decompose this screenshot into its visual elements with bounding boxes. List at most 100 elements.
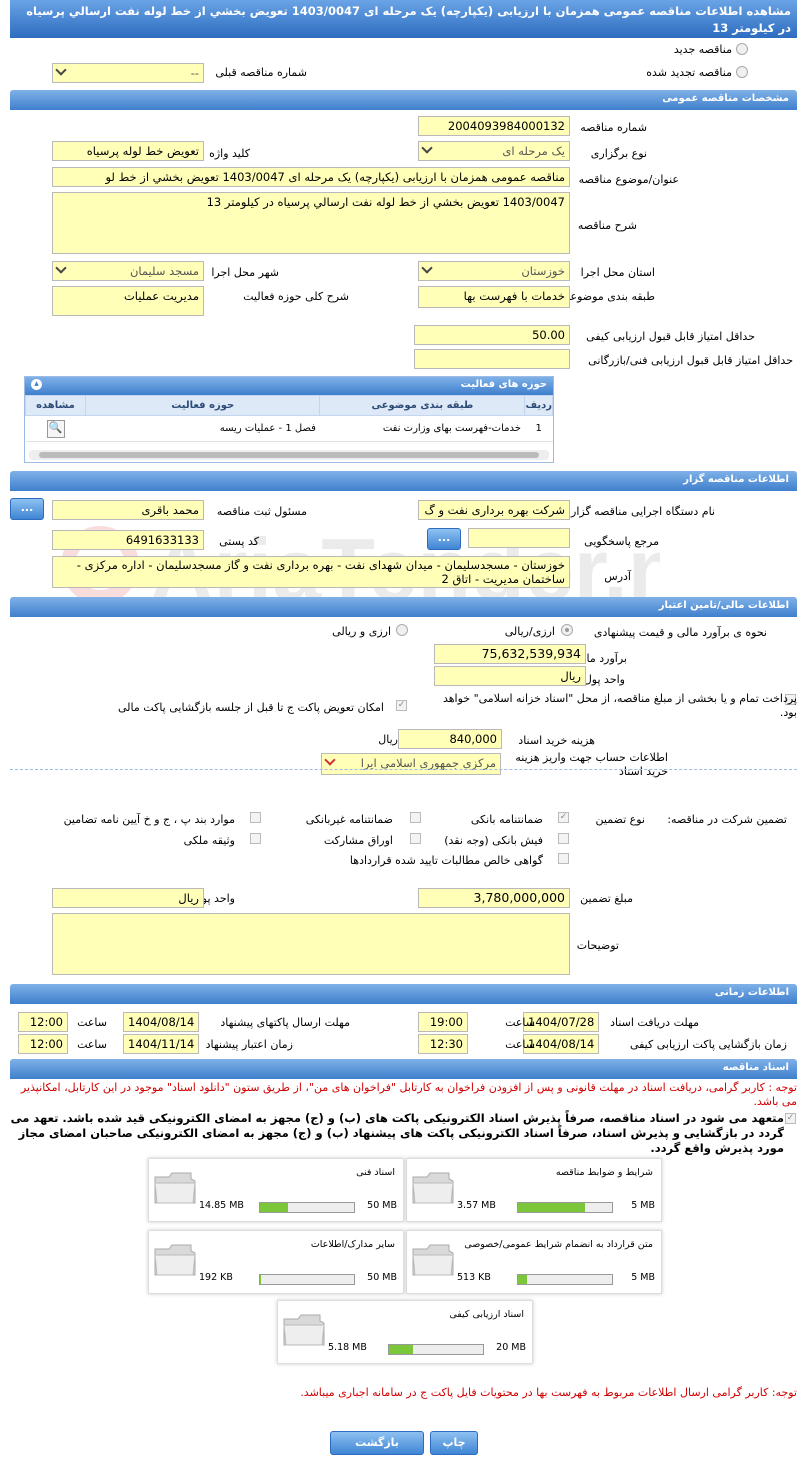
- folder-icon: [412, 1172, 454, 1204]
- doc-card[interactable]: اسناد ارزیابی کیفی 20 MB 5.18 MB: [277, 1300, 533, 1364]
- doc-card[interactable]: شرایط و ضوابط مناقصه 5 MB 3.57 MB: [406, 1158, 662, 1222]
- valid-time: 12:00: [18, 1034, 68, 1054]
- grid-scrollbar[interactable]: [29, 450, 549, 460]
- radio-rial-and-fx[interactable]: [396, 624, 408, 636]
- chk-cash[interactable]: [558, 833, 569, 844]
- docs-note2: توجه: کاربر گرامی ارسال اطلاعات مربوط به…: [300, 1386, 797, 1399]
- label-g-cash: فیش بانکی (وجه نقد): [444, 834, 543, 847]
- col-idx: ردیف: [524, 395, 553, 416]
- activity-grid: حوزه های فعالیت ▴ ردیف طبقه بندی موضوعی حوز…: [24, 376, 554, 463]
- table-row: 1 خدمات-فهرست بهای وزارت نفت فصل 1 - عملیا…: [25, 415, 553, 442]
- label-g-claims: گواهی خالص مطالبات تایید شده قراردادها: [349, 854, 543, 867]
- chk-nonbank[interactable]: [410, 812, 421, 823]
- recv-time: 19:00: [418, 1012, 468, 1032]
- label-addr: آدرس: [604, 570, 631, 583]
- responsible: محمد باقری: [52, 500, 204, 520]
- doc-card-title: متن قرارداد به انضمام شرایط عمومی/خصوصی: [464, 1239, 653, 1250]
- section-org: اطلاعات مناقصه گزار: [10, 471, 797, 491]
- label-send: مهلت ارسال پاکتهای پیشنهاد: [220, 1016, 350, 1029]
- label-recv: مهلت دریافت اسناد: [610, 1016, 699, 1029]
- label-province: استان محل اجرا: [580, 266, 655, 279]
- description: 1403/0047 تعویض بخشي از خط لوله نفت ارسا…: [52, 192, 570, 254]
- radio-new[interactable]: [736, 43, 748, 55]
- commit-checkbox[interactable]: ✓: [785, 1113, 796, 1124]
- account-select[interactable]: مرکزی جمهوری اسلامی ایرا: [321, 753, 501, 775]
- label-opt2: ارزی و ریالی: [332, 625, 391, 638]
- province-select[interactable]: خوزستان: [418, 261, 570, 281]
- print-button[interactable]: چاپ: [430, 1431, 478, 1455]
- postal-code: 6491633133: [52, 530, 204, 550]
- label-doc-cost: هزینه خرید اسناد: [518, 734, 595, 747]
- prev-no-select[interactable]: --: [52, 63, 204, 83]
- label-new: مناقصه جدید: [673, 43, 732, 56]
- doc-card-title: شرایط و ضوابط مناقصه: [555, 1167, 653, 1178]
- section-finance: اطلاعات مالی/تامین اعتبار: [10, 597, 797, 617]
- resp-lookup-button[interactable]: ...: [10, 498, 44, 520]
- label-g-nonbank: ضمانتنامه غیربانکی: [305, 813, 393, 826]
- col-view: مشاهده: [25, 395, 86, 416]
- est-amount: 75,632,539,934: [434, 644, 586, 664]
- ref-lookup-button[interactable]: ...: [427, 528, 461, 550]
- doc-current-size: 14.85 MB: [199, 1200, 244, 1211]
- upload-progress: [388, 1344, 484, 1355]
- col-cat: طبقه بندی موضوعی: [319, 395, 526, 416]
- guarantee-unit: ریال: [52, 888, 204, 908]
- view-icon[interactable]: 🔍: [46, 419, 65, 438]
- label-type: نوع برگزاری: [590, 147, 647, 160]
- doc-card[interactable]: اسناد فنی 50 MB 14.85 MB: [148, 1158, 404, 1222]
- label-time: ساعت: [77, 1016, 107, 1029]
- label-guarantee-type: نوع تضمین: [595, 813, 645, 826]
- chk-property[interactable]: [250, 833, 261, 844]
- label-time: ساعت: [77, 1038, 107, 1051]
- type-select[interactable]: یک مرحله ای: [418, 141, 570, 161]
- label-keyword: کلید واژه: [209, 147, 250, 160]
- back-button[interactable]: بازگشت: [330, 1431, 424, 1455]
- radio-renewed[interactable]: [736, 66, 748, 78]
- doc-max-size: 5 MB: [631, 1272, 655, 1283]
- doc-current-size: 3.57 MB: [457, 1200, 496, 1211]
- collapse-icon[interactable]: ▴: [31, 379, 42, 390]
- chk-claims[interactable]: [558, 853, 569, 864]
- page-title: مشاهده اطلاعات مناقصه عمومی همزمان با ار…: [10, 0, 797, 38]
- tender-number: 2004093984000132: [418, 116, 570, 136]
- label-org-name: نام دستگاه اجرایی مناقصه گزار: [571, 505, 715, 518]
- doc-max-size: 5 MB: [631, 1200, 655, 1211]
- upload-progress: [259, 1202, 355, 1213]
- doc-card[interactable]: متن قرارداد به انضمام شرایط عمومی/خصوصی 5…: [406, 1230, 662, 1294]
- label-g-bylaw: موارد بند پ ، ج و خ آیین نامه تضامین: [63, 813, 235, 826]
- subject: مناقصه عمومی همزمان با ارزیابی (یکپارچه)…: [52, 167, 570, 187]
- keyword: تعویض خط لوله پرسیاه: [52, 141, 204, 161]
- activity-header: حوزه های فعالیت: [460, 379, 547, 390]
- label-currency: واحد پول: [583, 673, 625, 686]
- chk-bylaw[interactable]: [250, 812, 261, 823]
- label-subject: عنوان/موضوع مناقصه: [578, 173, 679, 186]
- chk-bonds[interactable]: [410, 833, 421, 844]
- label-open: زمان بازگشایی پاکت ارزیابی کیفی: [629, 1038, 787, 1051]
- exchange-checkbox[interactable]: ✓: [396, 700, 407, 711]
- commit-text: متعهد می شود در اسناد مناقصه، صرفاً پذیر…: [10, 1111, 784, 1155]
- label-guarantee: تضمین شرکت در مناقصه:: [667, 813, 787, 826]
- doc-card-title: سایر مدارک/اطلاعات: [310, 1239, 395, 1250]
- doc-current-size: 513 KB: [457, 1272, 491, 1283]
- doc-max-size: 50 MB: [367, 1272, 397, 1283]
- city-select[interactable]: مسجد سلیمان: [52, 261, 204, 281]
- label-min-quality: حداقل امتیاز قابل قبول ارزیابی کیفی: [586, 330, 755, 343]
- radio-rial-fx[interactable]: [561, 624, 573, 636]
- doc-card[interactable]: سایر مدارک/اطلاعات 50 MB 192 KB: [148, 1230, 404, 1294]
- label-opt1: ارزی/ریالی: [504, 625, 555, 638]
- label-valid: زمان اعتبار پیشنهاد: [205, 1038, 293, 1051]
- label-time: ساعت: [505, 1016, 535, 1029]
- label-treasury: پرداخت تمام و یا بخشی از مبلغ مناقصه، از…: [442, 692, 797, 719]
- org-name: شرکت بهره برداری نفت و گ: [418, 500, 570, 520]
- address: خوزستان - مسجدسلیمان - میدان شهدای نفت -…: [52, 556, 570, 588]
- upload-progress: [517, 1274, 613, 1285]
- upload-progress: [259, 1274, 355, 1285]
- doc-cost-unit: ریال: [378, 733, 398, 746]
- scope: مدیریت عملیات: [52, 286, 204, 316]
- label-g-bonds: اوراق مشارکت: [323, 834, 393, 847]
- chk-bank[interactable]: ✓: [558, 812, 569, 823]
- section-timing: اطلاعات زمانی: [10, 984, 797, 1004]
- guarantee-amount: 3,780,000,000: [418, 888, 570, 908]
- folder-icon: [283, 1314, 325, 1346]
- section-general: مشخصات مناقصه عمومی: [10, 90, 797, 110]
